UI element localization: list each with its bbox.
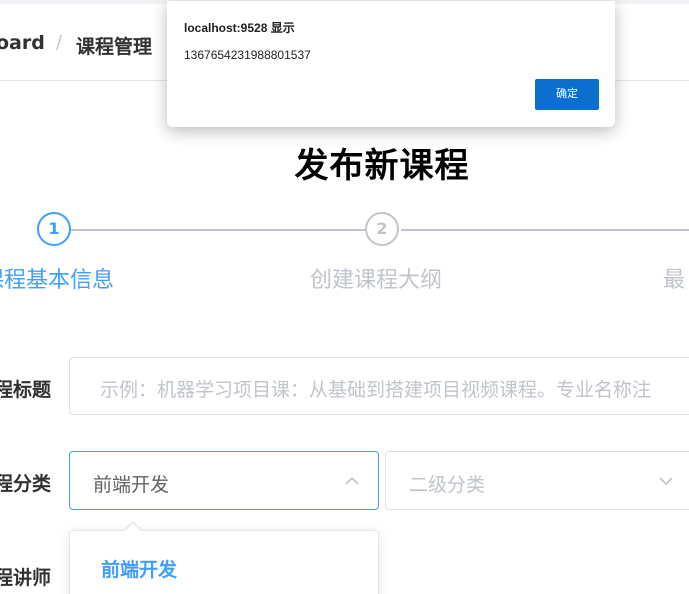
course-category-label: 程分类 [0,473,51,495]
alert-ok-button[interactable]: 确定 [535,79,599,110]
chevron-down-icon [659,477,673,486]
step-1-title: 写课程基本信息 [0,268,115,293]
page: oard / 课程管理 发布新课程 1 2 写课程基本信息 创建课程大纲 最 程… [0,0,689,594]
category-secondary-placeholder: 二级分类 [409,474,486,496]
course-title-placeholder: 示例：机器学习项目课：从基础到搭建项目视频课程。专业名称注 [100,379,652,401]
category-secondary-select[interactable]: 二级分类 [385,451,689,510]
step-2-icon: 2 [365,212,399,246]
breadcrumb-item-course-management: 课程管理 [76,36,153,58]
alert-dialog: localhost:9528 显示 1367654231988801537 确定 [167,1,615,127]
chevron-up-icon [345,476,359,485]
step-1-icon: 1 [37,212,71,246]
category-primary-select[interactable]: 前端开发 [69,451,379,510]
alert-message: 1367654231988801537 [184,48,311,62]
step-2-title: 创建课程大纲 [310,268,443,293]
breadcrumb-separator: / [56,32,63,53]
step-connector-1 [71,229,365,231]
category-dropdown: 前端开发 [69,530,379,594]
dropdown-option-frontend[interactable]: 前端开发 [101,555,177,582]
category-primary-value: 前端开发 [93,474,170,496]
course-teacher-label: 程讲师 [0,567,51,589]
course-title-input[interactable]: 示例：机器学习项目课：从基础到搭建项目视频课程。专业名称注 [69,357,689,415]
course-title-label: 程标题 [0,379,51,401]
dropdown-caret-inner [125,523,141,531]
step-3-title: 最 [663,268,686,293]
page-title: 发布新课程 [294,146,470,186]
step-connector-2 [401,229,689,231]
alert-title: localhost:9528 显示 [184,21,295,35]
breadcrumb-item-dashboard[interactable]: oard [0,32,45,54]
